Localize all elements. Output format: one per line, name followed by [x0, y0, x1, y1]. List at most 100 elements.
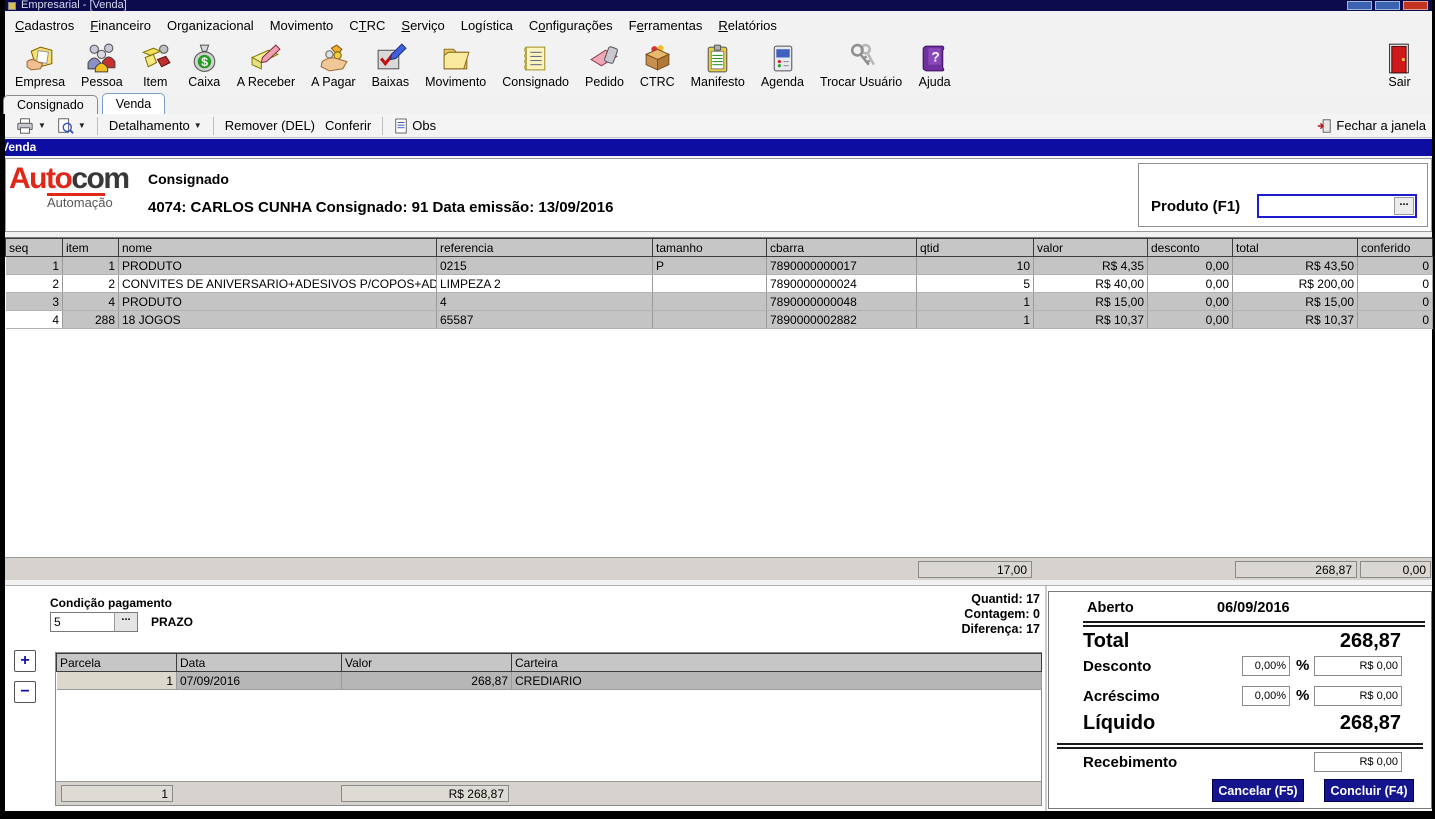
toolbar-label: Empresa	[15, 75, 65, 89]
col-conferido[interactable]: conferido	[1358, 239, 1433, 257]
toolbar-pedido-button[interactable]: Pedido	[577, 40, 632, 89]
menu-configuracoes[interactable]: Configurações	[521, 14, 621, 37]
conferir-button[interactable]: Conferir	[320, 116, 376, 135]
toolbar-caixa-button[interactable]: $ Caixa	[180, 40, 229, 89]
fechar-janela-button[interactable]: Fechar a janela	[1316, 118, 1426, 134]
total-qtid-box: 17,00	[918, 561, 1032, 578]
remove-parcela-button[interactable]: −	[14, 681, 36, 703]
toolbar-empresa-button[interactable]: Empresa	[7, 40, 73, 89]
col-data[interactable]: Data	[177, 654, 342, 672]
produto-browse-button[interactable]: ...	[1394, 197, 1414, 215]
cargo-box-icon	[641, 41, 674, 75]
parcelas-grid-area: Parcela Data Valor Carteira 1 07/09/2016…	[55, 652, 1042, 806]
desconto-valor-input[interactable]	[1314, 656, 1402, 676]
condicao-pagamento-input[interactable]	[51, 613, 113, 631]
print-button[interactable]: ▼	[11, 115, 51, 137]
menu-financeiro[interactable]: Financeiro	[82, 14, 159, 37]
money-bag-icon: $	[188, 41, 221, 75]
close-button[interactable]	[1403, 1, 1428, 10]
close-window-door-icon	[1316, 118, 1332, 134]
keys-icon	[845, 41, 878, 75]
toolbar-pessoa-button[interactable]: Pessoa	[73, 40, 131, 89]
total-conferido-box: 0,00	[1360, 561, 1431, 578]
toolbar-consignado-button[interactable]: Consignado	[494, 40, 577, 89]
divider	[1057, 743, 1423, 749]
parcela-row: 1 07/09/2016 268,87 CREDIARIO	[57, 672, 1042, 690]
tab-venda[interactable]: Venda	[102, 93, 165, 114]
toolbar-separator	[382, 117, 383, 135]
toolbar-item-button[interactable]: Item	[131, 40, 180, 89]
preview-magnifier-icon	[56, 117, 74, 135]
help-book-icon: ?	[918, 41, 951, 75]
col-carteira[interactable]: Carteira	[512, 654, 1042, 672]
menu-organizacional[interactable]: Organizacional	[159, 14, 262, 37]
produto-input[interactable]	[1259, 196, 1393, 216]
preview-button[interactable]: ▼	[51, 115, 91, 137]
restore-button[interactable]	[1375, 1, 1400, 10]
toolbar-ctrc-button[interactable]: CTRC	[632, 40, 683, 89]
recebimento-input[interactable]	[1314, 752, 1402, 772]
tab-consignado[interactable]: Consignado	[3, 95, 98, 114]
col-cbarra[interactable]: cbarra	[767, 239, 917, 257]
col-seq[interactable]: seq	[6, 239, 63, 257]
parcelas-count-box: 1	[61, 785, 173, 802]
col-nome[interactable]: nome	[119, 239, 437, 257]
col-referencia[interactable]: referencia	[437, 239, 653, 257]
app-window: Empresarial - [Venda] Cadastros Financei…	[5, 0, 1432, 811]
parcelas-total-box: R$ 268,87	[341, 785, 509, 802]
toolbar-sair-button[interactable]: Sair	[1375, 40, 1424, 89]
condicao-pagamento-label: Condição pagamento	[50, 596, 172, 610]
svg-text:$: $	[201, 55, 208, 69]
sub-toolbar: ▼ ▼ Detalhamento▼ Remover (DEL) Conferir…	[5, 114, 1432, 138]
add-parcela-button[interactable]: +	[14, 650, 36, 672]
detalhamento-button[interactable]: Detalhamento▼	[104, 116, 207, 135]
acrescimo-pct-input[interactable]	[1242, 686, 1290, 706]
col-tamanho[interactable]: tamanho	[653, 239, 767, 257]
toolbar-baixas-button[interactable]: Baixas	[364, 40, 418, 89]
toolbar-agenda-button[interactable]: Agenda	[753, 40, 812, 89]
cancelar-button[interactable]: Cancelar (F5)	[1212, 779, 1304, 802]
col-desconto[interactable]: desconto	[1148, 239, 1233, 257]
tab-strip: Consignado Venda	[5, 93, 1432, 114]
toolbar-trocar-usuario-button[interactable]: Trocar Usuário	[812, 40, 910, 89]
col-total[interactable]: total	[1233, 239, 1358, 257]
agenda-book-icon	[766, 41, 799, 75]
concluir-button[interactable]: Concluir (F4)	[1324, 779, 1414, 802]
condicao-nome: PRAZO	[151, 615, 193, 629]
toolbar-ajuda-button[interactable]: ? Ajuda	[910, 40, 959, 89]
toolbar-label: Consignado	[502, 75, 569, 89]
status-label: Aberto	[1087, 600, 1134, 616]
col-item[interactable]: item	[63, 239, 119, 257]
desconto-pct-input[interactable]	[1242, 656, 1290, 676]
document-type: Consignado	[148, 171, 229, 187]
minimize-button[interactable]	[1347, 1, 1372, 10]
menu-relatorios[interactable]: Relatórios	[710, 14, 785, 37]
percent-sign: %	[1296, 687, 1309, 704]
col-valor[interactable]: valor	[1034, 239, 1148, 257]
menu-movimento[interactable]: Movimento	[262, 14, 342, 37]
condicao-browse-button[interactable]: ...	[114, 613, 137, 631]
menu-ctrc[interactable]: CTRC	[341, 14, 393, 37]
obs-document-icon	[394, 118, 408, 134]
toolbar-movimento-button[interactable]: Movimento	[417, 40, 494, 89]
col-parcela[interactable]: Parcela	[57, 654, 177, 672]
summary-panel: Aberto 06/09/2016 Total 268,87 Desconto …	[1048, 591, 1432, 809]
obs-button[interactable]: Obs	[389, 116, 441, 136]
menu-cadastros[interactable]: Cadastros	[7, 14, 82, 37]
menu-ferramentas[interactable]: Ferramentas	[621, 14, 711, 37]
parcelas-table: Parcela Data Valor Carteira 1 07/09/2016…	[56, 653, 1042, 690]
col-valor[interactable]: Valor	[342, 654, 512, 672]
form-caption-bar: Venda	[5, 139, 1432, 156]
toolbar-manifesto-button[interactable]: Manifesto	[683, 40, 753, 89]
toolbar-label: Pedido	[585, 75, 624, 89]
acrescimo-valor-input[interactable]	[1314, 686, 1402, 706]
order-note-icon	[588, 41, 621, 75]
menu-logistica[interactable]: Logística	[453, 14, 521, 37]
remover-button[interactable]: Remover (DEL)	[220, 116, 320, 135]
toolbar-label: Movimento	[425, 75, 486, 89]
toolbar-apagar-button[interactable]: A Pagar	[303, 40, 363, 89]
menu-servico[interactable]: Serviço	[393, 14, 452, 37]
diferenca-text: Diferença: 17	[961, 622, 1040, 637]
toolbar-areceber-button[interactable]: A Receber	[229, 40, 303, 89]
col-qtid[interactable]: qtid	[917, 239, 1034, 257]
